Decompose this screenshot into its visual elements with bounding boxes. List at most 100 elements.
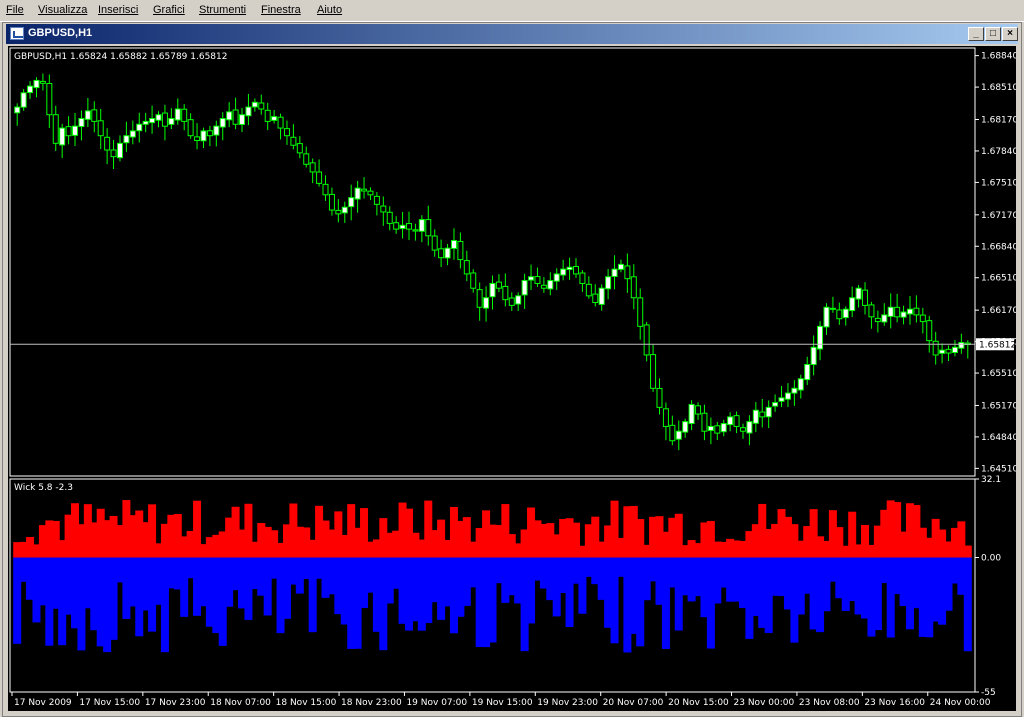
candle-body[interactable] bbox=[682, 421, 689, 433]
candle-body[interactable] bbox=[617, 263, 624, 270]
candle-body[interactable] bbox=[611, 268, 618, 277]
candle-body[interactable] bbox=[817, 325, 824, 350]
candle-body[interactable] bbox=[46, 82, 53, 116]
candle-body[interactable] bbox=[72, 125, 79, 136]
candle-body[interactable] bbox=[277, 116, 284, 129]
candle-body[interactable] bbox=[791, 387, 798, 394]
candle-body[interactable] bbox=[765, 406, 772, 418]
candle-body[interactable] bbox=[104, 136, 111, 151]
candle-body[interactable] bbox=[373, 195, 380, 205]
candle-body[interactable] bbox=[219, 118, 226, 128]
candle-body[interactable] bbox=[52, 114, 59, 144]
candle-body[interactable] bbox=[444, 247, 451, 259]
candle-body[interactable] bbox=[322, 183, 329, 196]
candle-body[interactable] bbox=[759, 411, 766, 418]
candle-body[interactable] bbox=[669, 424, 676, 442]
candle-body[interactable] bbox=[20, 92, 27, 108]
candle-body[interactable] bbox=[598, 287, 605, 305]
candle-body[interactable] bbox=[136, 123, 143, 132]
candle-body[interactable] bbox=[425, 219, 432, 237]
candle-body[interactable] bbox=[59, 127, 66, 146]
candle-body[interactable] bbox=[958, 342, 965, 349]
candle-body[interactable] bbox=[239, 114, 246, 125]
candle-body[interactable] bbox=[251, 101, 258, 108]
candle-body[interactable] bbox=[739, 427, 746, 432]
candle-body[interactable] bbox=[547, 280, 554, 290]
candle-body[interactable] bbox=[784, 392, 791, 400]
restore-button[interactable]: □ bbox=[985, 27, 1001, 41]
candle-body[interactable] bbox=[393, 222, 400, 230]
candle-body[interactable] bbox=[733, 415, 740, 427]
candle-body[interactable] bbox=[84, 110, 91, 120]
candle-body[interactable] bbox=[752, 409, 759, 424]
candle-body[interactable] bbox=[637, 297, 644, 327]
candle-body[interactable] bbox=[264, 109, 271, 122]
candle-body[interactable] bbox=[572, 266, 579, 275]
candle-body[interactable] bbox=[900, 311, 907, 318]
candle-body[interactable] bbox=[412, 229, 419, 232]
candle-body[interactable] bbox=[707, 425, 714, 431]
window-titlebar[interactable]: GBPUSD,H1 _ □ × bbox=[6, 24, 1018, 44]
candle-body[interactable] bbox=[431, 235, 438, 251]
candle-body[interactable] bbox=[39, 80, 46, 84]
candle-body[interactable] bbox=[720, 423, 727, 433]
candle-body[interactable] bbox=[213, 125, 220, 136]
candle-body[interactable] bbox=[624, 265, 631, 280]
candle-body[interactable] bbox=[528, 276, 535, 281]
candle-body[interactable] bbox=[463, 260, 470, 275]
candle-body[interactable] bbox=[226, 111, 233, 121]
candle-body[interactable] bbox=[142, 120, 149, 125]
candle-body[interactable] bbox=[804, 363, 811, 381]
menu-item-inserisci[interactable]: Inserisci bbox=[98, 4, 138, 16]
candle-body[interactable] bbox=[855, 287, 862, 300]
candle-body[interactable] bbox=[951, 346, 958, 354]
candle-body[interactable] bbox=[399, 224, 406, 230]
candle-body[interactable] bbox=[65, 126, 72, 137]
candle-body[interactable] bbox=[495, 281, 502, 289]
candle-body[interactable] bbox=[515, 295, 522, 305]
candle-body[interactable] bbox=[842, 308, 849, 319]
candle-body[interactable] bbox=[714, 425, 721, 434]
candle-body[interactable] bbox=[829, 307, 836, 310]
candle-body[interactable] bbox=[155, 114, 162, 121]
candle-body[interactable] bbox=[701, 412, 708, 432]
candle-body[interactable] bbox=[919, 314, 926, 323]
candle-body[interactable] bbox=[232, 109, 239, 125]
candle-body[interactable] bbox=[810, 346, 817, 366]
candle-body[interactable] bbox=[489, 282, 496, 298]
candle-body[interactable] bbox=[149, 118, 156, 124]
candle-body[interactable] bbox=[406, 223, 413, 230]
candle-body[interactable] bbox=[386, 211, 393, 224]
candle-body[interactable] bbox=[303, 153, 310, 165]
candle-body[interactable] bbox=[348, 197, 355, 208]
candle-body[interactable] bbox=[123, 135, 130, 144]
candle-body[interactable] bbox=[470, 272, 477, 289]
menu-item-visualizza[interactable]: Visualizza bbox=[38, 4, 87, 16]
menu-item-strumenti[interactable]: Strumenti bbox=[199, 4, 246, 16]
candle-body[interactable] bbox=[27, 85, 34, 94]
candle-body[interactable] bbox=[328, 193, 335, 211]
candle-body[interactable] bbox=[116, 142, 123, 159]
price-chart[interactable]: 1.68840 1.68510 1.68170 1.67840 1.67510 1.671… bbox=[8, 46, 1016, 711]
candle-body[interactable] bbox=[161, 112, 168, 127]
candle-body[interactable] bbox=[585, 283, 592, 297]
candle-body[interactable] bbox=[772, 402, 779, 407]
candle-body[interactable] bbox=[200, 130, 207, 142]
candle-body[interactable] bbox=[354, 187, 361, 200]
candle-body[interactable] bbox=[187, 119, 194, 137]
candle-body[interactable] bbox=[78, 118, 85, 128]
candle-body[interactable] bbox=[662, 408, 669, 427]
candle-body[interactable] bbox=[534, 276, 541, 284]
candle-body[interactable] bbox=[296, 143, 303, 154]
candle-body[interactable] bbox=[245, 106, 252, 117]
candle-body[interactable] bbox=[675, 430, 682, 440]
candle-body[interactable] bbox=[283, 128, 290, 137]
candle-body[interactable] bbox=[508, 297, 515, 306]
candle-body[interactable] bbox=[174, 108, 181, 121]
candle-body[interactable] bbox=[290, 136, 297, 146]
candle-body[interactable] bbox=[341, 206, 348, 214]
candle-body[interactable] bbox=[913, 307, 920, 316]
candle-body[interactable] bbox=[778, 397, 785, 402]
candle-body[interactable] bbox=[688, 404, 695, 424]
candle-body[interactable] bbox=[14, 106, 21, 114]
